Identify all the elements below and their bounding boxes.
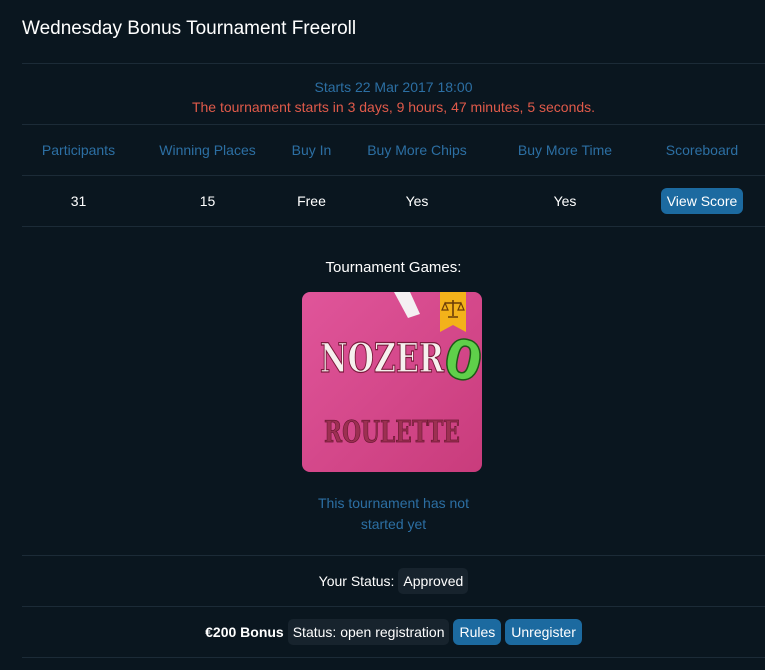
unregister-button[interactable]: Unregister [505, 619, 582, 645]
view-score-button[interactable]: View Score [660, 188, 744, 214]
value-buy-more-chips: Yes [405, 193, 429, 209]
not-started-label: This tournament has not started yet [318, 495, 469, 532]
header-buy-more-time: Buy More Time [517, 142, 613, 158]
games-title: Tournament Games: [325, 259, 462, 276]
start-date: Starts 22 Mar 2017 18:00 [314, 79, 473, 95]
user-status-row: Your Status: Approved [22, 556, 765, 606]
divider [22, 657, 765, 658]
rules-button[interactable]: Rules [453, 619, 502, 645]
info-header-row: Participants Winning Places Buy In Buy M… [22, 125, 765, 175]
countdown-text: The tournament starts in 3 days, 9 hours… [191, 99, 596, 115]
header-buy-in: Buy In [291, 142, 332, 158]
value-winning-places: 15 [199, 193, 216, 209]
info-value-row: 31 15 Free Yes Yes View Score [22, 176, 765, 226]
header-winning-places: Winning Places [159, 142, 256, 158]
tile-line2: ROULETTE [324, 415, 460, 450]
tournament-panel: Starts 22 Mar 2017 18:00 The tournament … [22, 63, 765, 658]
header-scoreboard: Scoreboard [665, 142, 739, 158]
page-title: Wednesday Bonus Tournament Freeroll [22, 18, 357, 39]
header-participants: Participants [41, 142, 116, 158]
not-started-text: This tournament has not started yet [22, 493, 765, 535]
schedule-block: Starts 22 Mar 2017 18:00 The tournament … [22, 64, 765, 124]
scoreboard-cell: View Score [639, 188, 765, 214]
value-buy-in: Free [297, 193, 326, 209]
tournament-games: Tournament Games: NOZER 0 ROULETTE This … [22, 227, 765, 555]
game-thumbnail: NOZER 0 ROULETTE [302, 292, 482, 472]
status-badge: Approved [398, 568, 469, 594]
value-participants: 31 [70, 193, 87, 209]
bonus-name: €200 Bonus [205, 624, 284, 640]
bonus-row: €200 Bonus Status: open registration Rul… [22, 607, 765, 657]
status-label: Your Status: [318, 573, 395, 589]
registration-status-badge: Status: open registration [287, 619, 450, 645]
tile-line1: NOZER [320, 335, 445, 382]
game-tile-nozero-roulette[interactable]: NOZER 0 ROULETTE [302, 292, 482, 472]
header-buy-more-chips: Buy More Chips [367, 142, 467, 158]
value-buy-more-time: Yes [553, 193, 577, 209]
